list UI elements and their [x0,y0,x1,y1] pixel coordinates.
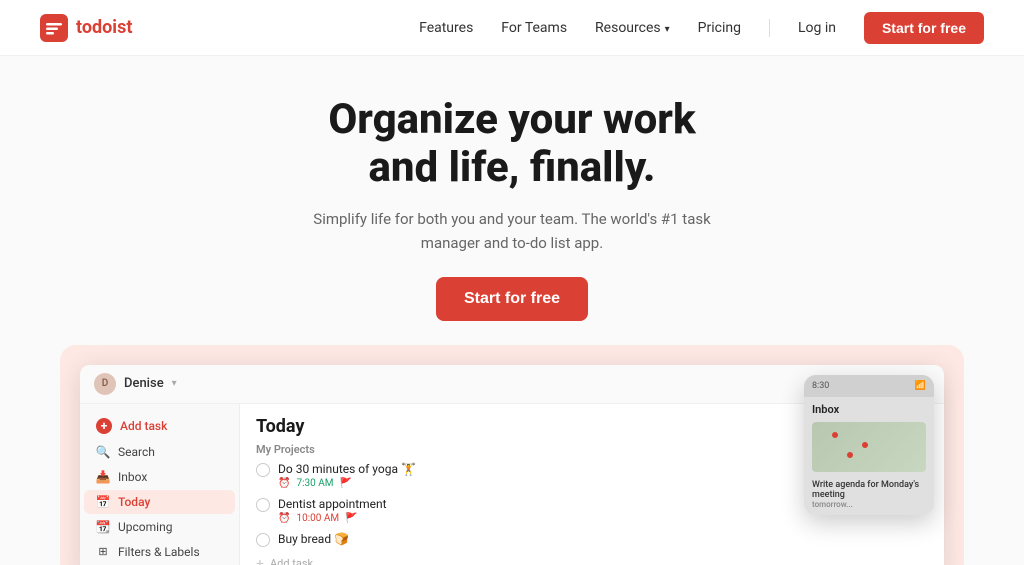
main-title: Today [256,416,305,437]
todoist-logo-icon [40,14,68,42]
task-time-1: 7:30 AM [296,478,333,489]
nav-pricing[interactable]: Pricing [698,20,741,36]
add-task-row[interactable]: + Add task [256,556,928,565]
map-dot-1 [832,432,838,438]
resources-chevron-icon [665,20,670,36]
hero-section: Organize your work and life, finally. Si… [0,56,1024,345]
filters-icon: ⊞ [96,545,110,559]
task-time-2: 10:00 AM [296,513,339,524]
nav-cta-button[interactable]: Start for free [864,12,984,44]
avatar: D [94,373,116,395]
add-task-label: Add task [120,419,167,433]
clock-icon-1: ⏰ [278,478,290,489]
sidebar-item-filters[interactable]: ⊞ Filters & Labels [84,540,235,564]
add-task-plus-icon: + [256,556,264,565]
upcoming-icon: 📆 [96,520,110,534]
map-dot-2 [862,442,868,448]
flag-icon-2: 🚩 [345,513,357,524]
task-info-3: Buy bread 🍞 [278,532,349,548]
user-chevron-icon: ▾ [172,378,177,389]
hero-cta-button[interactable]: Start for free [436,277,588,321]
app-preview-area: D Denise ▾ 🔔 ▦ + Add task 🔍 Search [60,345,964,565]
mobile-card-footer: Write agenda for Monday's meeting tomorr… [804,476,934,513]
inbox-icon: 📥 [96,470,110,484]
flag-icon-1: 🚩 [339,478,351,489]
mobile-footer-sub: tomorrow... [812,500,926,509]
add-task-row-label: Add task [270,557,313,565]
sidebar-add-task[interactable]: + Add task [84,413,235,439]
task-name-1: Do 30 minutes of yoga 🏋 [278,462,416,476]
add-task-icon: + [96,418,112,434]
user-name: Denise [124,376,164,391]
nav-divider [769,19,770,37]
task-info-1: Do 30 minutes of yoga 🏋 ⏰ 7:30 AM 🚩 [278,462,416,489]
nav-features[interactable]: Features [419,20,473,36]
task-meta-2: ⏰ 10:00 AM 🚩 [278,513,387,524]
login-link[interactable]: Log in [798,20,836,36]
sidebar-upcoming-label: Upcoming [118,520,172,534]
task-checkbox-2[interactable] [256,498,270,512]
sidebar-search-label: Search [118,445,155,459]
sidebar-inbox-label: Inbox [118,470,147,484]
logo[interactable]: todoist [40,14,132,42]
sidebar-filters-label: Filters & Labels [118,545,200,559]
mobile-time: 8:30 [812,381,829,391]
task-meta-1: ⏰ 7:30 AM 🚩 [278,478,416,489]
task-checkbox-1[interactable] [256,463,270,477]
sidebar: + Add task 🔍 Search 📥 Inbox 📅 Today 📆 [80,404,240,565]
task-info-2: Dentist appointment ⏰ 10:00 AM 🚩 [278,497,387,524]
mobile-footer-text: Write agenda for Monday's meeting [812,480,926,500]
sidebar-item-inbox[interactable]: 📥 Inbox [84,465,235,489]
hero-headline: Organize your work and life, finally. [20,96,1004,193]
mobile-map [812,422,926,472]
sidebar-today-label: Today [118,495,150,509]
titlebar-left: D Denise ▾ [94,373,177,395]
navbar: todoist Features For Teams Resources Pri… [0,0,1024,56]
task-checkbox-3[interactable] [256,533,270,547]
nav-resources[interactable]: Resources [595,20,670,36]
today-icon: 📅 [96,495,110,509]
sidebar-item-today[interactable]: 📅 Today [84,490,235,514]
mobile-card-header: 8:30 📶 [804,375,934,397]
task-name-3: Buy bread 🍞 [278,532,349,546]
search-icon: 🔍 [96,445,110,459]
clock-icon-2: ⏰ [278,513,290,524]
task-row: Buy bread 🍞 [256,532,928,548]
map-dot-3 [847,452,853,458]
sidebar-item-upcoming[interactable]: 📆 Upcoming [84,515,235,539]
mobile-signal-icon: 📶 [915,381,926,391]
nav-links: Features For Teams Resources Pricing Log… [419,12,984,44]
mobile-card: 8:30 📶 Inbox Write agenda for Monday's m… [804,375,934,515]
brand-name: todoist [76,17,132,38]
nav-for-teams[interactable]: For Teams [501,20,567,36]
mobile-inbox-title: Inbox [804,397,934,418]
sidebar-item-search[interactable]: 🔍 Search [84,440,235,464]
task-name-2: Dentist appointment [278,497,387,511]
hero-subtext: Simplify life for both you and your team… [312,207,712,255]
